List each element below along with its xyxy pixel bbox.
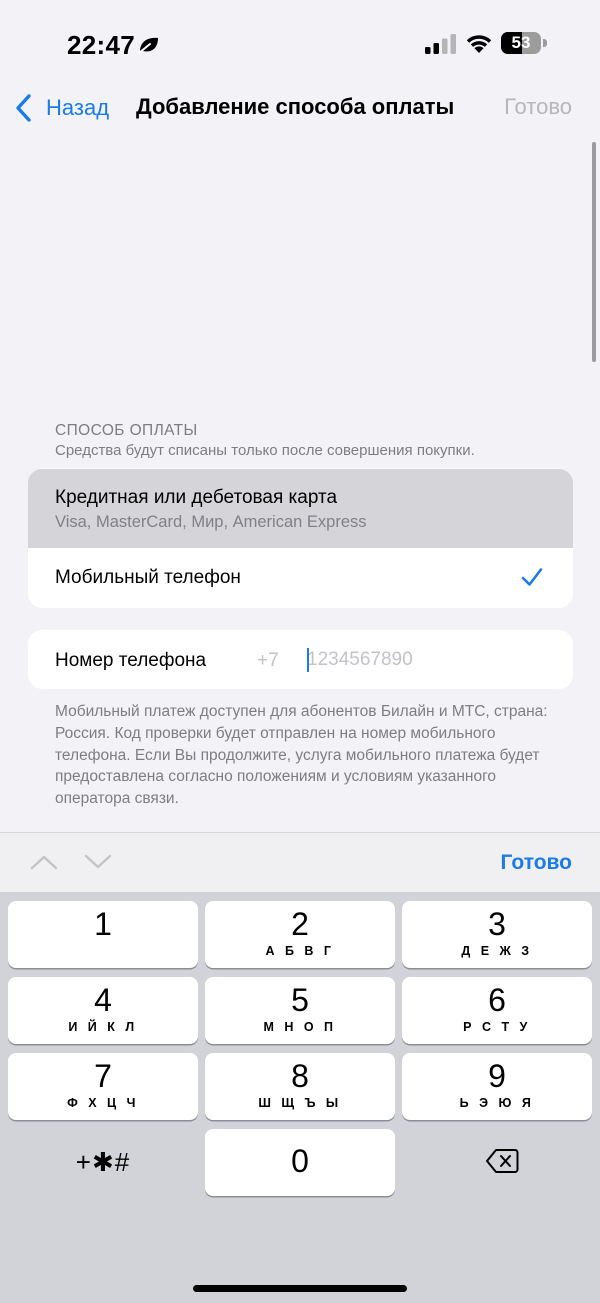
number-keypad: 1 2 А Б В Г 3 Д Е Ж З 4 И Й К Л 5 М Н О … xyxy=(0,892,600,1303)
key-9[interactable]: 9 Ь Э Ю Я xyxy=(402,1053,592,1120)
text-cursor xyxy=(307,648,309,672)
phone-number-input[interactable] xyxy=(307,644,547,676)
key-digit: 8 xyxy=(291,1058,309,1094)
phone-number-label: Номер телефона xyxy=(55,650,207,671)
key-delete[interactable] xyxy=(402,1129,592,1196)
key-digit: 3 xyxy=(488,906,506,942)
payment-option-card-subtitle: Visa, MasterCard, Мир, American Express xyxy=(55,513,367,531)
key-digit: 1 xyxy=(94,906,112,942)
checkmark-icon xyxy=(521,568,543,586)
scroll-indicator[interactable] xyxy=(592,142,596,362)
key-digit: 4 xyxy=(94,982,112,1018)
key-letters: М Н О П xyxy=(263,1020,337,1034)
key-6[interactable]: 6 Р С Т У xyxy=(402,977,592,1044)
chevron-left-icon xyxy=(16,94,31,122)
keyboard-accessory-bar: Готово xyxy=(0,832,600,892)
key-letters: Д Е Ж З xyxy=(461,944,533,958)
phone-number-row: Номер телефона +7 xyxy=(28,630,573,689)
key-5[interactable]: 5 М Н О П xyxy=(205,977,395,1044)
keyboard-done-button[interactable]: Готово xyxy=(501,851,572,875)
battery-level: 53 xyxy=(511,33,531,52)
key-letters: А Б В Г xyxy=(265,944,335,958)
footnote-text: Мобильный платеж доступен для абонентов … xyxy=(55,703,548,808)
payment-option-card-title: Кредитная или дебетовая карта xyxy=(55,487,338,508)
key-digit: 9 xyxy=(488,1058,506,1094)
key-letters: И Й К Л xyxy=(68,1020,138,1034)
key-8[interactable]: 8 Ш Щ Ъ Ы xyxy=(205,1053,395,1120)
page-title: Добавление способа оплаты xyxy=(136,94,455,119)
section-subtitle: Средства будут списаны только после сове… xyxy=(55,442,475,459)
back-button-label: Назад xyxy=(46,95,110,120)
home-indicator[interactable] xyxy=(193,1285,407,1292)
key-letters: Ь Э Ю Я xyxy=(459,1096,535,1110)
key-digit: 5 xyxy=(291,982,309,1018)
cellular-signal-icon xyxy=(425,34,456,54)
status-bar: 22:47 53 xyxy=(0,0,600,88)
country-code-prefix: +7 xyxy=(257,650,279,671)
backspace-icon xyxy=(486,1149,519,1173)
section-header: СПОСОБ ОПЛАТЫ xyxy=(55,422,198,439)
key-2[interactable]: 2 А Б В Г xyxy=(205,901,395,968)
key-symbols[interactable]: +✱# xyxy=(8,1129,198,1196)
key-3[interactable]: 3 Д Е Ж З xyxy=(402,901,592,968)
key-letters: Ш Щ Ъ Ы xyxy=(258,1096,342,1110)
status-time: 22:47 xyxy=(67,30,135,60)
back-button[interactable]: Назад xyxy=(14,88,109,128)
payment-option-mobile[interactable]: Мобильный телефон xyxy=(28,548,573,608)
payment-option-mobile-title: Мобильный телефон xyxy=(55,567,241,588)
done-button[interactable]: Готово xyxy=(504,94,572,120)
battery-icon: 53 xyxy=(501,32,547,54)
chevron-up-icon[interactable] xyxy=(30,853,58,871)
key-letters: Р С Т У xyxy=(463,1020,531,1034)
key-digit: 2 xyxy=(291,906,309,942)
key-7[interactable]: 7 Ф Х Ц Ч xyxy=(8,1053,198,1120)
payment-method-list: Кредитная или дебетовая карта Visa, Mast… xyxy=(28,469,573,608)
key-letters: Ф Х Ц Ч xyxy=(67,1096,139,1110)
key-1[interactable]: 1 xyxy=(8,901,198,968)
key-digit: 0 xyxy=(291,1143,309,1179)
payment-option-card[interactable]: Кредитная или дебетовая карта Visa, Mast… xyxy=(28,469,573,548)
key-0[interactable]: 0 xyxy=(205,1129,395,1196)
leaf-moon-icon xyxy=(138,37,158,54)
chevron-down-icon[interactable] xyxy=(84,853,112,871)
key-4[interactable]: 4 И Й К Л xyxy=(8,977,198,1044)
key-digit: 7 xyxy=(94,1058,112,1094)
wifi-icon xyxy=(466,35,492,53)
key-digit: 6 xyxy=(488,982,506,1018)
